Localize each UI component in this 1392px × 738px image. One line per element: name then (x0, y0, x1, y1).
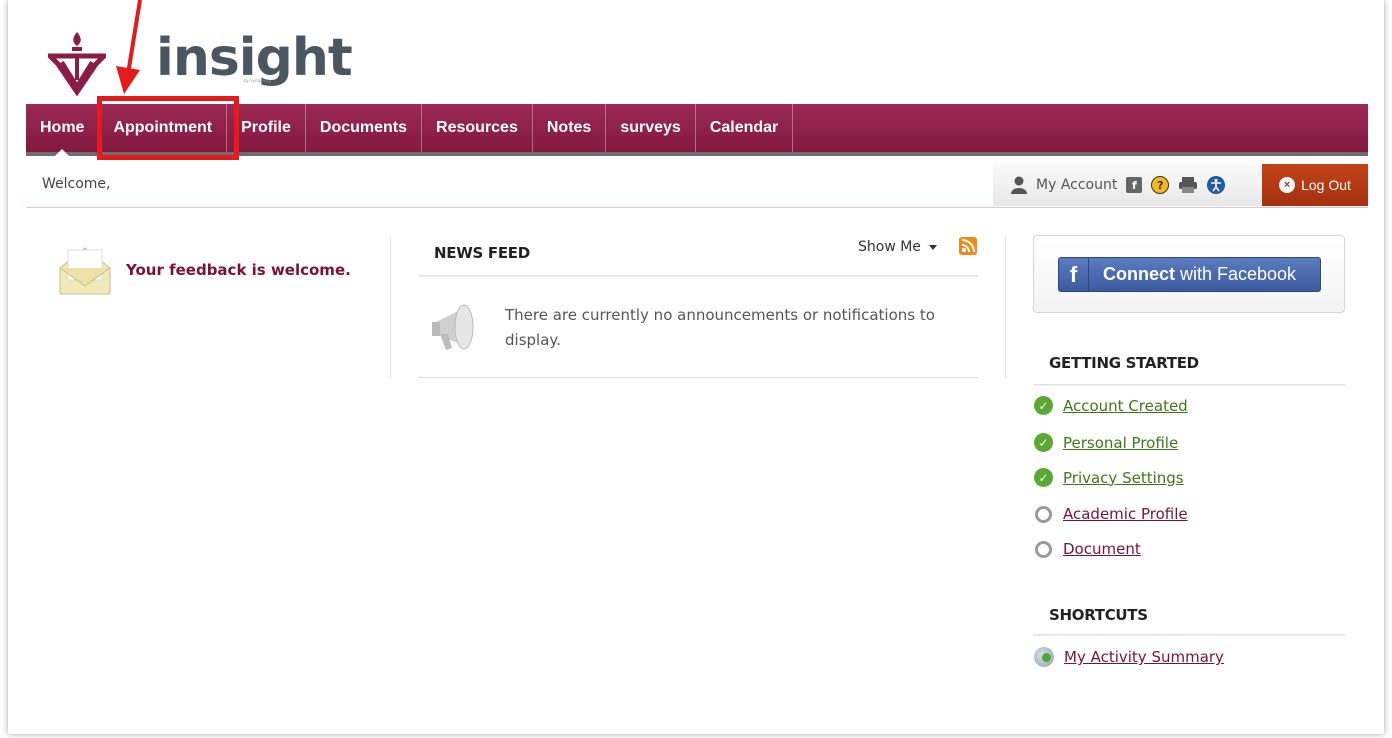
section-divider (1033, 384, 1345, 386)
university-crest-icon (48, 32, 106, 96)
show-me-label: Show Me (858, 239, 921, 255)
nav-surveys[interactable]: surveys (606, 104, 696, 152)
column-divider (1005, 236, 1006, 378)
getting-started-link[interactable]: Privacy Settings (1063, 469, 1184, 487)
shortcuts-title: SHORTCUTS (1049, 606, 1148, 624)
connect-facebook-button[interactable]: f Connect with Facebook (1058, 257, 1321, 292)
nav-calendar[interactable]: Calendar (696, 104, 794, 152)
section-divider (1033, 634, 1345, 636)
getting-started-link[interactable]: Document (1063, 540, 1141, 558)
accessibility-icon[interactable] (1207, 176, 1226, 194)
my-activity-summary-link[interactable]: My Activity Summary (1064, 648, 1224, 666)
news-divider (418, 275, 978, 277)
facebook-f-icon: f (1059, 258, 1089, 291)
getting-started-link[interactable]: Academic Profile (1063, 505, 1188, 523)
feedback-link[interactable]: Your feedback is welcome. (126, 261, 351, 279)
welcome-text: Welcome, (42, 176, 111, 192)
close-icon: × (1279, 177, 1296, 193)
check-icon: ✓ (1034, 433, 1053, 452)
news-divider (418, 377, 978, 378)
connect-label: Connect (1103, 264, 1175, 284)
logo-subtext: by Symplicity (244, 78, 271, 83)
logout-button[interactable]: × Log Out (1262, 164, 1368, 206)
show-me-dropdown[interactable]: Show Me (858, 239, 937, 255)
facebook-icon[interactable]: f (1126, 177, 1143, 193)
envelope-icon (59, 247, 111, 295)
nav-home[interactable]: Home (26, 104, 100, 156)
logout-label: Log Out (1301, 177, 1351, 193)
getting-started-item[interactable]: ✓ Personal Profile (1034, 433, 1178, 452)
getting-started-item[interactable]: Academic Profile (1034, 505, 1188, 523)
account-toolbar: My Account f ? (993, 164, 1263, 206)
user-icon (1011, 176, 1027, 194)
welcome-bar: Welcome, My Account f ? × Log Out (26, 162, 1368, 208)
news-empty-message: There are currently no announcements or … (505, 306, 935, 349)
nav-notes[interactable]: Notes (533, 104, 607, 152)
megaphone-icon (432, 304, 474, 350)
annotation-arrow (116, 0, 142, 94)
chevron-down-icon (928, 244, 937, 250)
connect-with-label: with Facebook (1180, 264, 1297, 284)
column-divider (390, 236, 391, 378)
print-icon[interactable] (1178, 176, 1198, 194)
rss-icon[interactable] (959, 237, 977, 255)
nav-documents[interactable]: Documents (306, 104, 423, 152)
getting-started-link[interactable]: Personal Profile (1063, 434, 1178, 452)
nav-resources[interactable]: Resources (422, 104, 533, 152)
shortcut-item[interactable]: My Activity Summary (1034, 647, 1224, 667)
facebook-connect-panel: f Connect with Facebook (1033, 235, 1345, 313)
getting-started-item[interactable]: Document (1034, 540, 1141, 558)
feedback-block[interactable]: Your feedback is welcome. (58, 244, 351, 296)
check-icon: ✓ (1034, 396, 1053, 415)
help-icon[interactable]: ? (1151, 176, 1170, 194)
empty-circle-icon (1035, 540, 1052, 558)
check-icon: ✓ (1034, 468, 1053, 487)
empty-circle-icon (1035, 505, 1052, 523)
annotation-highlight-box (97, 96, 239, 160)
my-account-link[interactable]: My Account (1036, 177, 1117, 193)
activity-icon (1034, 647, 1054, 667)
getting-started-title: GETTING STARTED (1049, 354, 1199, 372)
getting-started-link[interactable]: Account Created (1063, 397, 1188, 415)
news-feed-title: NEWS FEED (434, 244, 530, 262)
getting-started-item[interactable]: ✓ Account Created (1034, 396, 1188, 415)
getting-started-item[interactable]: ✓ Privacy Settings (1034, 468, 1184, 487)
